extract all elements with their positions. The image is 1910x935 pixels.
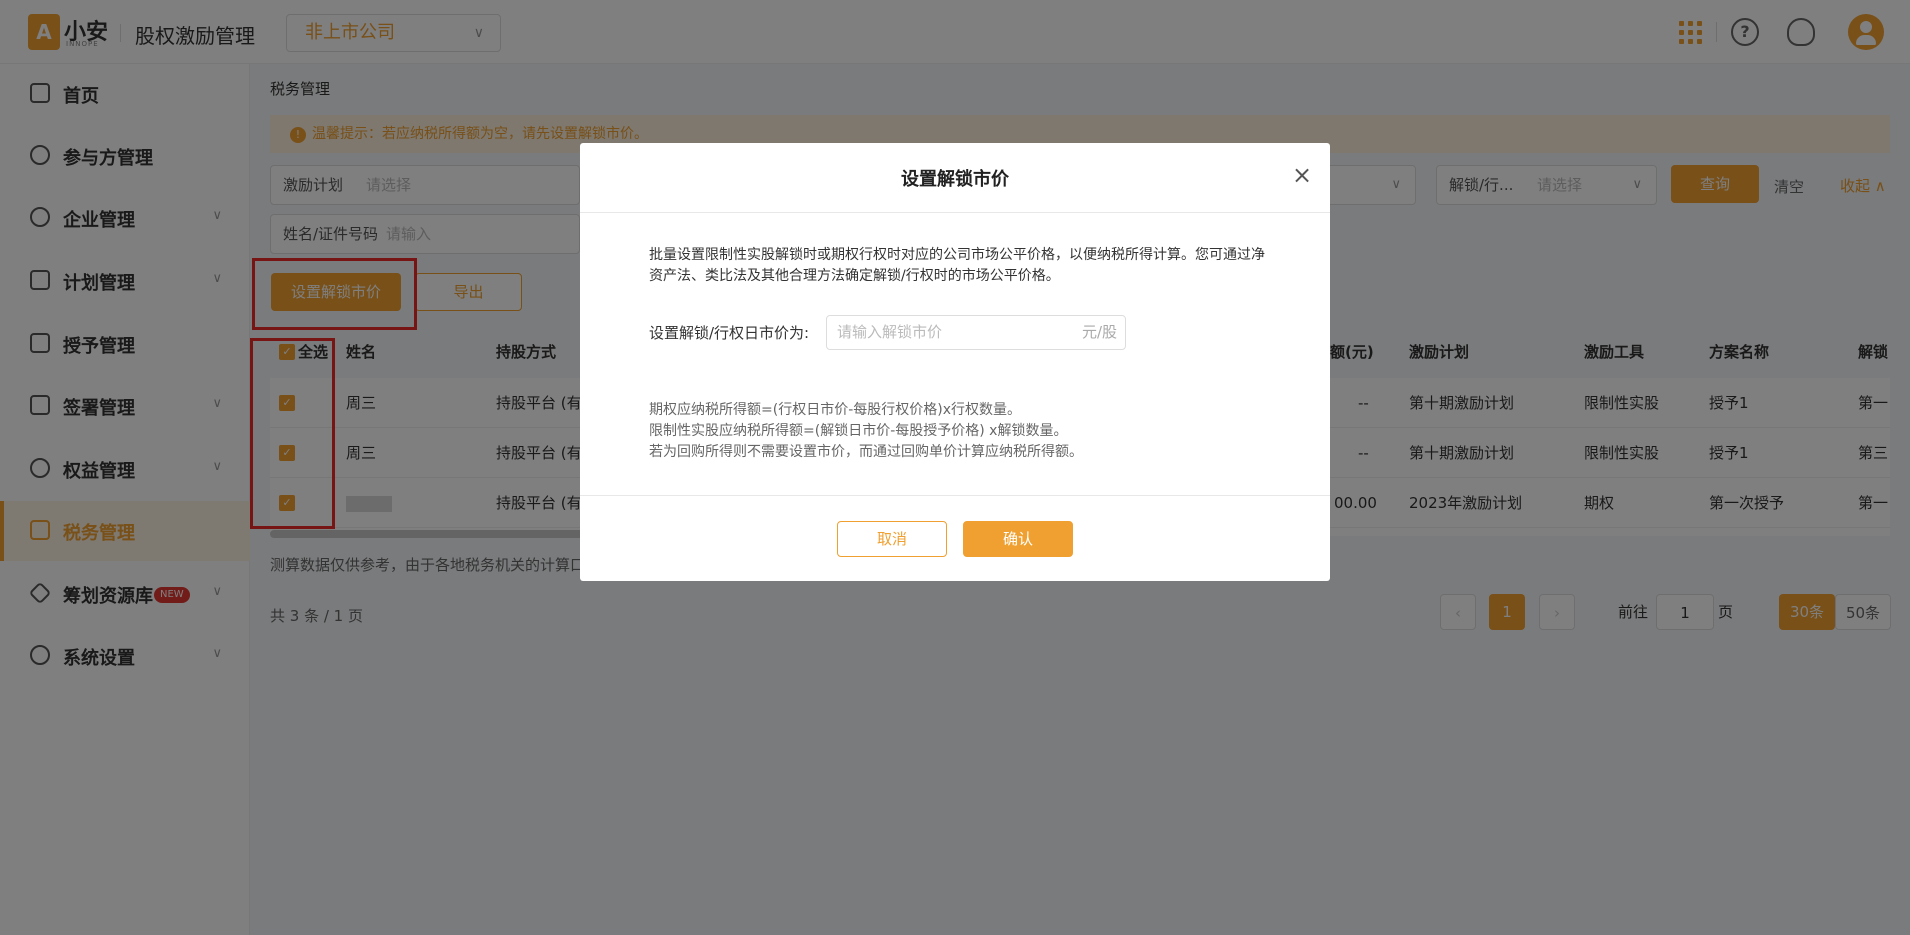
dialog-description: 批量设置限制性实股解锁时或期权行权时对应的公司市场公平价格，以便纳税所得计算。您… bbox=[649, 247, 1265, 284]
unlock-price-label: 设置解锁/行权日市价为: bbox=[649, 324, 810, 342]
formula-restricted: 限制性实股应纳税所得额=(解锁日市价-每股授予价格) x解锁数量。 bbox=[649, 423, 1068, 439]
set-unlock-price-dialog: 设置解锁市价 × 批量设置限制性实股解锁时或期权行权时对应的公司市场公平价格，以… bbox=[580, 143, 1330, 581]
dialog-title: 设置解锁市价 bbox=[901, 169, 1009, 190]
formula-buyback: 若为回购所得则不需要设置市价，而通过回购单价计算应纳税所得额。 bbox=[649, 444, 1083, 460]
unlock-price-unit: 元/股 bbox=[1081, 323, 1117, 341]
confirm-button[interactable]: 确认 bbox=[963, 521, 1073, 557]
unlock-price-placeholder: 请输入解锁市价 bbox=[837, 323, 943, 341]
dialog-divider bbox=[580, 212, 1330, 213]
formula-option: 期权应纳税所得额=(行权日市价-每股行权价格)x行权数量。 bbox=[649, 402, 1021, 418]
cancel-button[interactable]: 取消 bbox=[837, 521, 947, 557]
unlock-price-input[interactable]: 请输入解锁市价 元/股 bbox=[826, 315, 1126, 350]
dialog-footer-divider bbox=[580, 495, 1330, 496]
close-icon[interactable]: × bbox=[1287, 160, 1317, 190]
